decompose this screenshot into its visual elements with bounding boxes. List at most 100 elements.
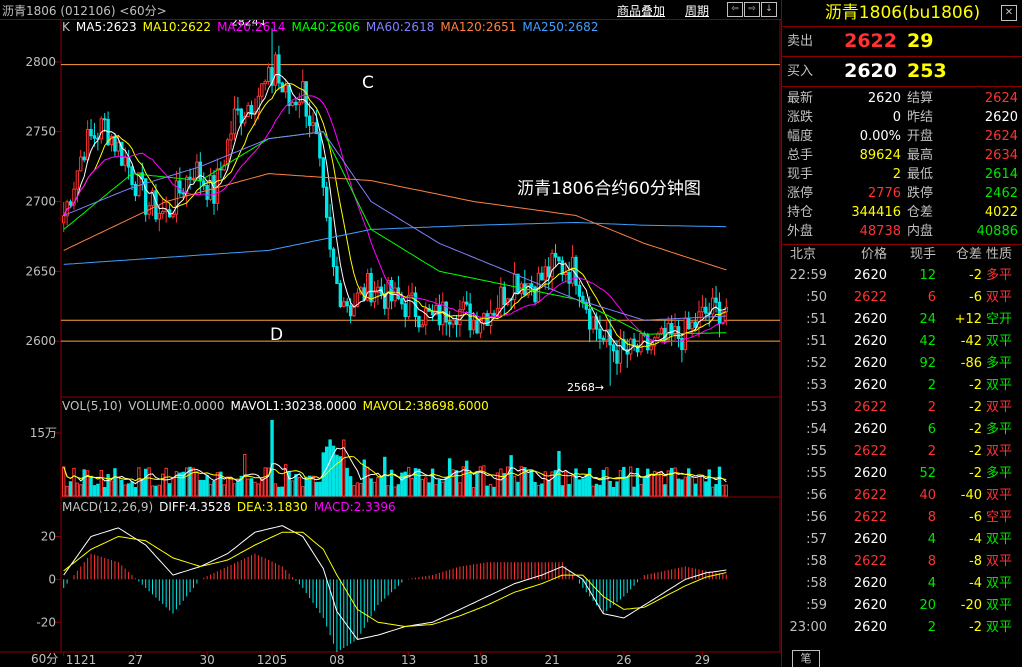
tick-row[interactable]: :52 2620 92 -86 多平 [782, 353, 1022, 375]
volume-bar [628, 466, 633, 497]
volume-bar [458, 482, 462, 497]
tick-row[interactable]: :51 2620 42 -42 双平 [782, 331, 1022, 353]
kline-chart-area[interactable]: 2600 2650 2700 2750 2800 2824↓ 2568→ C D 沥青1806合约… [0, 0, 781, 667]
tick-row[interactable]: :58 2622 8 -8 双平 [782, 551, 1022, 573]
tick-row[interactable]: 23:00 2620 2 -2 双平 [782, 617, 1022, 639]
volume-bar [318, 481, 322, 497]
stat-label: 结算 [907, 91, 934, 106]
tick-row[interactable]: :58 2620 4 -4 双平 [782, 573, 1022, 595]
volume-1: VOLUME:0.0000 [128, 399, 225, 413]
candle-body [574, 256, 578, 286]
candle-body [714, 297, 718, 303]
tick-row[interactable]: :57 2620 4 -4 双平 [782, 529, 1022, 551]
candle-body [403, 303, 407, 317]
volume-bar [471, 486, 476, 497]
volume-bar [594, 483, 599, 497]
volume-bar [157, 484, 162, 497]
tick-time: :54 [806, 422, 827, 437]
volume-bar [393, 486, 397, 497]
ticks-header-qty: 现手 [909, 247, 936, 262]
tick-qty: 4 [927, 532, 936, 547]
volume-bar [475, 470, 479, 497]
tick-qty: 12 [919, 268, 936, 283]
tick-oi: -40 [960, 488, 982, 503]
volume-bar [697, 474, 701, 497]
xaxis-label: 08 [329, 653, 344, 667]
candles-group [62, 28, 728, 386]
tick-row[interactable]: :51 2620 24 +12 空开 [782, 309, 1022, 331]
price-0: K [62, 20, 70, 34]
tick-time: :59 [806, 598, 827, 613]
stat-label: 仓差 [907, 205, 934, 220]
tick-qty: 42 [919, 334, 936, 349]
tick-row[interactable]: :53 2622 2 -2 双平 [782, 397, 1022, 419]
volume-bar [680, 479, 684, 497]
candle-body [656, 333, 660, 339]
scroll-left-icon[interactable]: ⇦ [727, 2, 743, 17]
volume-bar [519, 466, 524, 497]
candle-body [297, 101, 302, 106]
tick-row[interactable]: 22:59 2620 12 -2 多平 [782, 265, 1022, 287]
candle-body [195, 161, 199, 179]
candle-body [157, 213, 162, 220]
volume-bar [546, 479, 551, 497]
tick-row[interactable]: :54 2620 6 -2 多平 [782, 419, 1022, 441]
stat-value: 2614 [984, 167, 1018, 182]
tick-qty: 20 [919, 598, 936, 613]
candle-body [345, 301, 349, 307]
candle-body [130, 166, 134, 185]
tick-tab[interactable]: 笔 [792, 650, 820, 667]
tick-row[interactable]: :56 2622 40 -40 双平 [782, 485, 1022, 507]
candle-body [475, 319, 479, 334]
price-2: MA10:2622 [142, 20, 212, 34]
volume-bar [62, 466, 66, 497]
ticks-header-nature: 性质 [986, 247, 1013, 262]
volume-bar [198, 479, 203, 497]
stat-value: 2634 [984, 148, 1018, 163]
tick-row[interactable]: :53 2620 2 -2 双平 [782, 375, 1022, 397]
tick-oi: -42 [960, 334, 982, 349]
volume-bar [700, 474, 705, 497]
volume-bar [75, 482, 80, 497]
ticks-list[interactable]: 22:59 2620 12 -2 多平:50 2622 6 -6 双平:51 2620 24 +12 空… [782, 265, 1022, 639]
volume-bar [304, 476, 308, 497]
tick-time: :58 [806, 576, 827, 591]
volume-bar [383, 456, 387, 497]
candle-body [424, 308, 428, 326]
cycle-menu-link[interactable]: 周期 [685, 2, 709, 19]
candle-body [628, 338, 633, 355]
tick-oi: -2 [969, 268, 982, 283]
tick-nature: 双平 [986, 444, 1013, 459]
candle-body [591, 316, 595, 330]
close-icon[interactable]: ✕ [1001, 5, 1017, 21]
scroll-right-icon[interactable]: ⇨ [744, 2, 760, 17]
volume-bar [328, 439, 332, 497]
tick-row[interactable]: :59 2620 20 -20 双平 [782, 595, 1022, 617]
volume-bar [536, 484, 541, 497]
candle-body [724, 306, 728, 313]
candle-body [529, 283, 534, 288]
volume-bar [707, 469, 711, 497]
volume-bar [301, 486, 305, 497]
tick-row[interactable]: :55 2622 2 -2 双平 [782, 441, 1022, 463]
tick-row[interactable]: :56 2622 8 -6 空平 [782, 507, 1022, 529]
candle-body [557, 256, 561, 262]
candle-body [516, 273, 520, 294]
macd-axis-label: 20 [41, 529, 56, 543]
stat-label: 最高 [907, 148, 934, 163]
volume-bar [526, 469, 530, 497]
tick-price: 2622 [853, 400, 887, 415]
kline-chart-svg[interactable]: 260026502700275028002824↓2568→CD沥青1806合约… [0, 0, 781, 667]
ask-volume: 29 [907, 30, 934, 52]
volume-bar [683, 476, 688, 497]
candle-body [499, 286, 503, 309]
xaxis-label: 18 [473, 653, 488, 667]
stat-value: 0 [892, 110, 901, 125]
candle-body [465, 301, 469, 305]
macd-3: MACD:2.3396 [313, 500, 396, 514]
tick-row[interactable]: :50 2622 6 -6 双平 [782, 287, 1022, 309]
tick-row[interactable]: :55 2620 52 -2 多平 [782, 463, 1022, 485]
overlay-menu-link[interactable]: 商品叠加 [617, 2, 665, 19]
tick-price: 2622 [853, 554, 887, 569]
zoom-out-icon[interactable]: ↓ [761, 2, 777, 17]
